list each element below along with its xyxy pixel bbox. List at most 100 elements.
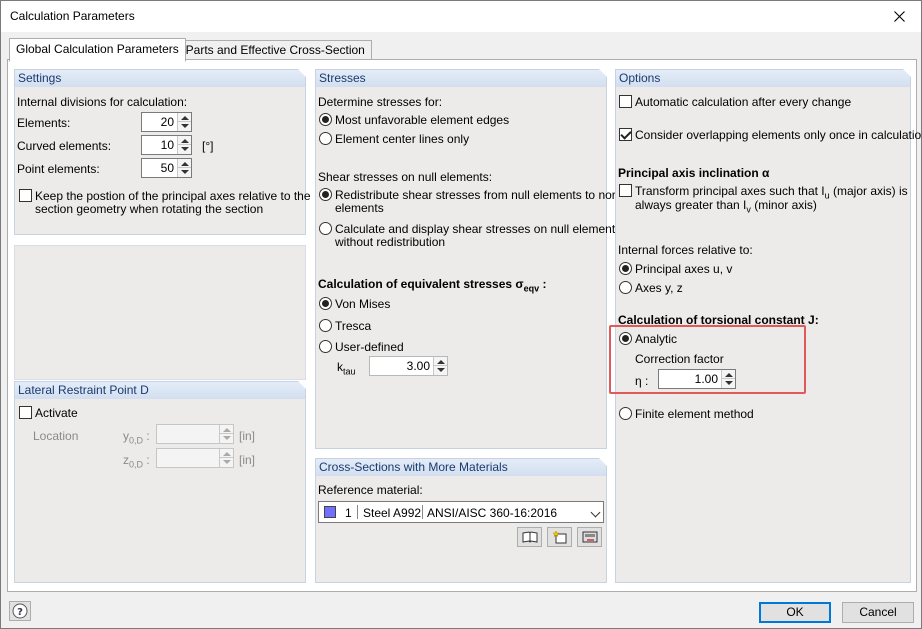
y-location-input[interactable] bbox=[156, 424, 234, 444]
ok-button[interactable]: OK bbox=[759, 602, 831, 623]
point-elements-stepper[interactable]: 50 bbox=[141, 158, 192, 178]
transform-checkbox[interactable] bbox=[619, 184, 632, 197]
elements-value: 20 bbox=[160, 115, 174, 129]
axes-yz-radio[interactable] bbox=[619, 281, 632, 294]
redistribute-radio[interactable] bbox=[319, 188, 332, 201]
point-elements-value: 50 bbox=[160, 161, 174, 175]
tab-panel: Settings Internal divisions for calculat… bbox=[7, 59, 922, 592]
spin-arrows-icon[interactable] bbox=[219, 449, 233, 467]
reference-material-label: Reference material: bbox=[318, 483, 423, 497]
y-unit: [in] bbox=[239, 429, 256, 443]
z-unit: [in] bbox=[239, 453, 256, 467]
activate-checkbox[interactable] bbox=[19, 406, 32, 419]
equivalent-stresses-label: Calculation of equivalent stresses σeqv … bbox=[318, 277, 547, 294]
settings-header: Settings bbox=[15, 69, 306, 87]
center-lines-radio[interactable] bbox=[319, 132, 332, 145]
curved-elements-stepper[interactable]: 10 bbox=[141, 135, 192, 155]
transform-label-2: always greater than Iv (minor axis) bbox=[635, 198, 817, 215]
reference-material-select[interactable]: 1 Steel A992 ANSI/AISC 360-16:2016 bbox=[318, 501, 604, 523]
title-bar: Calculation Parameters bbox=[1, 1, 921, 32]
user-defined-radio[interactable] bbox=[319, 340, 332, 353]
overlap-checkbox[interactable] bbox=[619, 128, 632, 141]
curved-unit: [°] bbox=[202, 139, 214, 153]
activate-label: Activate bbox=[35, 406, 78, 420]
redistribute-label-2: elements bbox=[335, 201, 384, 215]
z-location-label: z0,D : bbox=[123, 453, 150, 470]
window-title: Calculation Parameters bbox=[10, 9, 135, 23]
elements-label: Elements: bbox=[17, 116, 71, 130]
auto-calc-checkbox[interactable] bbox=[619, 95, 632, 108]
redistribute-label-1: Redistribute shear stresses from null el… bbox=[335, 188, 636, 202]
internal-divisions-label: Internal divisions for calculation: bbox=[17, 95, 188, 109]
calculation-parameters-dialog: Calculation Parameters Global Calculatio… bbox=[0, 0, 922, 629]
principal-axes-radio[interactable] bbox=[619, 262, 632, 275]
stresses-group: Stresses Determine stresses for: Most un… bbox=[315, 69, 635, 449]
tab-global-calculation-parameters[interactable]: Global Calculation Parameters bbox=[9, 38, 186, 62]
material-library-button[interactable] bbox=[517, 527, 542, 547]
axes-yz-label: Axes y, z bbox=[635, 281, 683, 295]
cancel-button[interactable]: Cancel bbox=[842, 602, 914, 623]
settings-group: Settings Internal divisions for calculat… bbox=[14, 69, 311, 235]
elements-stepper[interactable]: 20 bbox=[141, 112, 192, 132]
lateral-restraint-header: Lateral Restraint Point D bbox=[15, 381, 306, 399]
finite-element-label: Finite element method bbox=[635, 407, 754, 421]
chevron-down-icon bbox=[590, 507, 601, 518]
calc-display-radio[interactable] bbox=[319, 222, 332, 235]
tresca-radio[interactable] bbox=[319, 319, 332, 332]
principal-axes-label: Principal axes u, v bbox=[635, 262, 733, 276]
keep-position-label-1: Keep the postion of the principal axes r… bbox=[35, 189, 311, 203]
finite-element-radio[interactable] bbox=[619, 407, 632, 420]
curved-elements-label: Curved elements: bbox=[17, 139, 112, 153]
cross-sections-header: Cross-Sections with More Materials bbox=[316, 458, 607, 476]
most-unfavorable-label: Most unfavorable element edges bbox=[335, 113, 510, 127]
von-mises-label: Von Mises bbox=[335, 297, 391, 311]
principal-axis-label: Principal axis inclination α bbox=[618, 166, 770, 180]
empty-panel bbox=[14, 245, 306, 380]
most-unfavorable-radio[interactable] bbox=[319, 113, 332, 126]
curved-elements-value: 10 bbox=[160, 138, 174, 152]
shear-stresses-label: Shear stresses on null elements: bbox=[318, 170, 493, 184]
von-mises-radio[interactable] bbox=[319, 297, 332, 310]
new-item-icon bbox=[551, 530, 566, 544]
ktau-label: ktau bbox=[337, 360, 356, 377]
point-elements-label: Point elements: bbox=[17, 162, 100, 176]
highlight-box bbox=[609, 325, 806, 394]
spin-arrows-icon[interactable] bbox=[177, 136, 191, 154]
center-lines-label: Element center lines only bbox=[335, 132, 470, 146]
book-icon bbox=[522, 531, 537, 543]
calc-display-label-2: without redistribution bbox=[335, 235, 446, 249]
spin-arrows-icon[interactable] bbox=[219, 425, 233, 443]
spin-arrows-icon[interactable] bbox=[177, 159, 191, 177]
auto-calc-label: Automatic calculation after every change bbox=[635, 95, 852, 109]
calc-display-label-1: Calculate and display shear stresses on … bbox=[335, 222, 622, 236]
spin-arrows-icon[interactable] bbox=[177, 113, 191, 131]
material-name: Steel A992 bbox=[363, 506, 422, 520]
material-number: 1 bbox=[345, 506, 352, 520]
material-standard: ANSI/AISC 360-16:2016 bbox=[427, 506, 558, 520]
edit-icon bbox=[582, 531, 597, 543]
stresses-header: Stresses bbox=[316, 69, 607, 87]
tresca-label: Tresca bbox=[335, 319, 372, 333]
ktau-stepper[interactable]: 3.00 bbox=[369, 356, 448, 376]
z-location-input[interactable] bbox=[156, 448, 234, 468]
edit-material-button[interactable] bbox=[577, 527, 602, 547]
keep-position-checkbox[interactable] bbox=[19, 189, 32, 202]
ktau-value: 3.00 bbox=[406, 359, 430, 373]
location-label: Location bbox=[33, 429, 79, 443]
lateral-restraint-group: Lateral Restraint Point D Activate Locat… bbox=[14, 381, 306, 583]
material-color-swatch bbox=[324, 506, 336, 518]
y-location-label: y0,D : bbox=[123, 429, 150, 446]
help-icon: ? bbox=[12, 603, 28, 619]
keep-position-label-2: section geometry when rotating the secti… bbox=[35, 202, 264, 216]
svg-text:?: ? bbox=[17, 607, 23, 618]
internal-forces-label: Internal forces relative to: bbox=[618, 243, 753, 257]
tab-ct-parts[interactable]: c/t-Parts and Effective Cross-Section bbox=[162, 40, 372, 60]
overlap-label: Consider overlapping elements only once … bbox=[635, 128, 922, 142]
help-button[interactable]: ? bbox=[9, 601, 31, 621]
options-header: Options bbox=[616, 69, 911, 87]
close-button[interactable] bbox=[877, 1, 921, 32]
new-material-button[interactable] bbox=[547, 527, 572, 547]
determine-stresses-label: Determine stresses for: bbox=[318, 95, 443, 109]
spin-arrows-icon[interactable] bbox=[433, 357, 447, 375]
user-defined-label: User-defined bbox=[335, 340, 404, 354]
